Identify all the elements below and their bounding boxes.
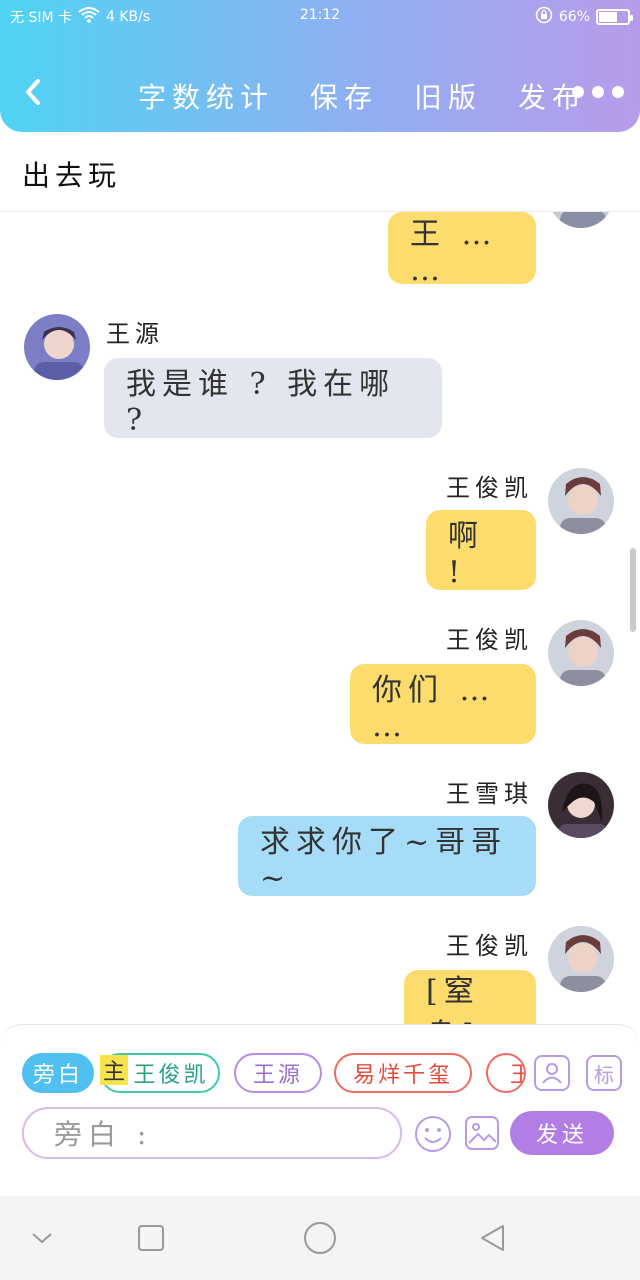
message-bubble[interactable]: 我是谁 ? 我在哪 ? bbox=[104, 358, 442, 438]
message-bubble[interactable]: [窒息] bbox=[404, 970, 536, 1024]
system-nav-bar bbox=[0, 1196, 640, 1280]
chevron-left-icon bbox=[26, 79, 40, 105]
send-button[interactable]: 发送 bbox=[510, 1111, 614, 1155]
more-options-button[interactable] bbox=[572, 86, 624, 98]
image-icon bbox=[465, 1116, 499, 1150]
avatar bbox=[546, 924, 616, 994]
word-count-button[interactable]: 字数统计 bbox=[138, 76, 274, 116]
message-text: 我是谁 ? 我在哪 ? bbox=[126, 366, 396, 438]
circle-icon bbox=[304, 1222, 336, 1254]
old-version-button[interactable]: 旧版 bbox=[414, 76, 482, 116]
chat-scrollbar[interactable] bbox=[630, 548, 636, 632]
person-icon bbox=[542, 1063, 562, 1084]
main-role-tag: 主 bbox=[100, 1055, 128, 1085]
avatar bbox=[22, 312, 92, 382]
chat-area[interactable]: 王 … … 王源 我是谁 ? 我在哪 ? 王俊凯 啊 ! 王俊凯 你们 … … … bbox=[0, 212, 640, 1024]
message-bubble[interactable]: 你们 … … bbox=[350, 664, 536, 744]
smiley-icon bbox=[415, 1116, 451, 1152]
avatar bbox=[546, 212, 616, 230]
rotation-lock-icon bbox=[535, 6, 553, 28]
message-bubble[interactable]: 王 … … bbox=[388, 212, 536, 288]
battery-percent: 66% bbox=[558, 9, 590, 25]
role-chip-wangyuan[interactable]: 王源 bbox=[234, 1053, 322, 1093]
image-button[interactable] bbox=[464, 1115, 500, 1151]
input-panel: 旁白 王俊凯 主 王源 易烊千玺 王 标 旁白 : 发送 bbox=[0, 1024, 640, 1159]
nav-back-button[interactable] bbox=[474, 1220, 510, 1256]
triangle-back-icon bbox=[481, 1225, 504, 1251]
input-placeholder: 旁白 : bbox=[54, 1118, 153, 1151]
avatar bbox=[546, 770, 616, 840]
sender-name: 王源 bbox=[106, 320, 164, 348]
message-text: [窒息] bbox=[426, 974, 480, 1024]
top-toolbar: 字数统计 保存 旧版 发布 bbox=[0, 62, 640, 122]
tag-button[interactable]: 标 bbox=[586, 1055, 622, 1091]
save-button[interactable]: 保存 bbox=[310, 76, 378, 116]
sender-name: 王俊凯 bbox=[446, 626, 533, 654]
nav-recents-button[interactable] bbox=[133, 1220, 169, 1256]
sender-name: 王俊凯 bbox=[446, 474, 533, 502]
nav-down-button[interactable] bbox=[24, 1220, 60, 1256]
message-input[interactable]: 旁白 : bbox=[22, 1107, 402, 1159]
story-title-bar: 出去玩 bbox=[0, 132, 640, 212]
sender-name: 王雪琪 bbox=[446, 780, 533, 808]
message-bubble[interactable]: 求求你了~哥哥~ bbox=[238, 816, 536, 896]
role-chip-yiyangqianxi[interactable]: 易烊千玺 bbox=[334, 1053, 472, 1093]
square-icon bbox=[138, 1225, 164, 1251]
message-text: 王 … … bbox=[410, 216, 498, 288]
status-bar: 无 SIM 卡 4 KB/s 21:12 66% bbox=[0, 0, 640, 32]
story-title: 出去玩 bbox=[22, 159, 122, 192]
role-chip-narrator[interactable]: 旁白 bbox=[22, 1053, 94, 1093]
nav-home-button[interactable] bbox=[302, 1220, 338, 1256]
avatar bbox=[546, 618, 616, 688]
emoji-button[interactable] bbox=[414, 1115, 452, 1153]
back-button[interactable] bbox=[18, 72, 48, 112]
sender-name: 王俊凯 bbox=[446, 932, 533, 960]
message-text: 啊 ! bbox=[448, 518, 484, 590]
message-text: 求求你了~哥哥~ bbox=[260, 824, 508, 896]
role-chip-partial[interactable]: 王 bbox=[486, 1053, 526, 1093]
avatar bbox=[546, 466, 616, 536]
contacts-button[interactable] bbox=[534, 1055, 570, 1091]
message-text: 你们 … … bbox=[372, 672, 496, 744]
message-bubble[interactable]: 啊 ! bbox=[426, 510, 536, 590]
chevron-down-icon bbox=[32, 1233, 52, 1244]
battery-icon bbox=[596, 9, 633, 25]
